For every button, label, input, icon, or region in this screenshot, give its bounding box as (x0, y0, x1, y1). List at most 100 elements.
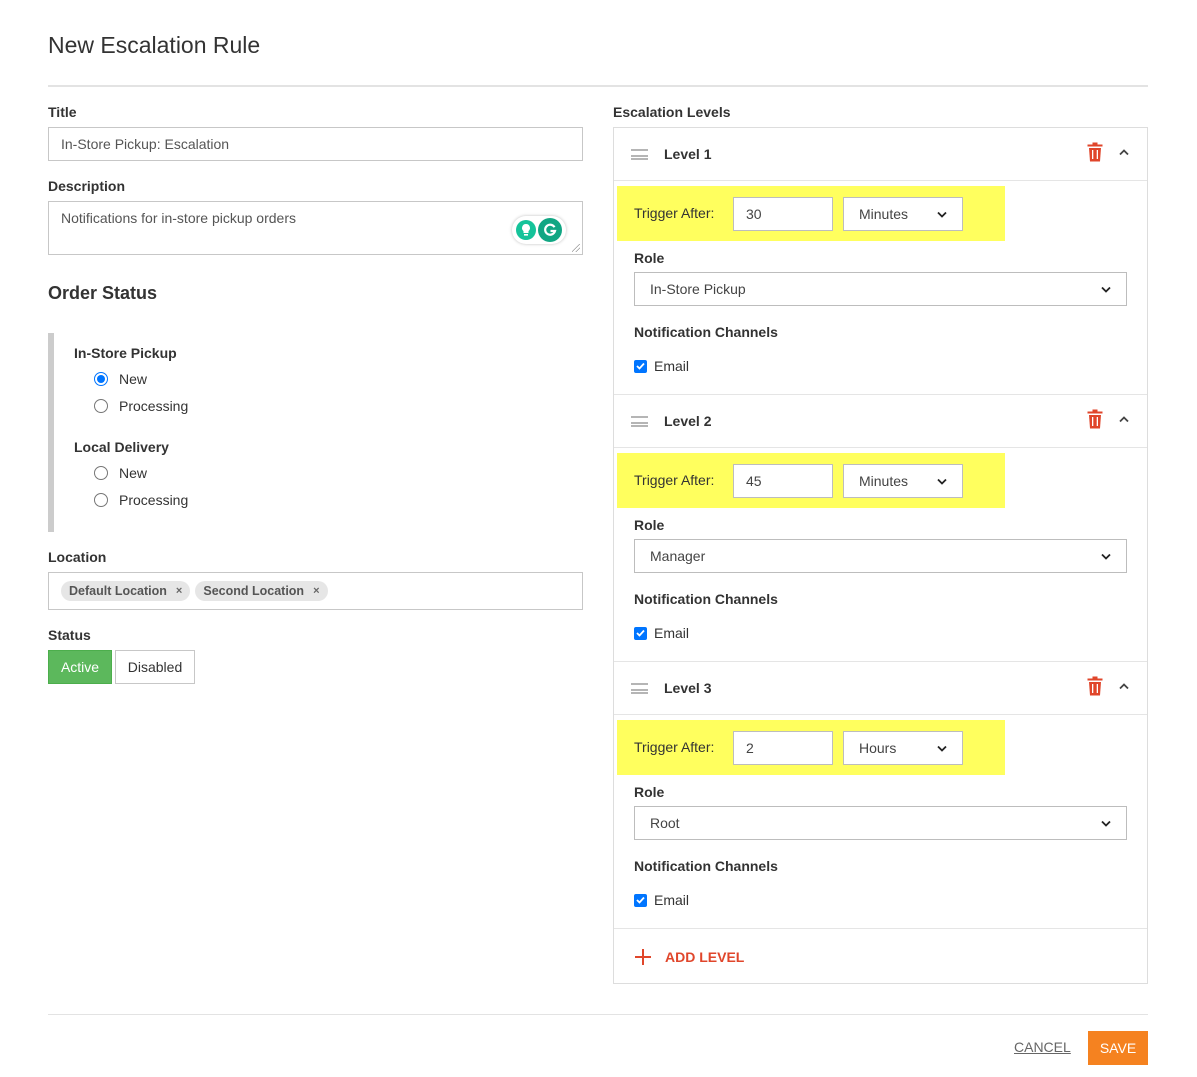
trigger-value: 45 (746, 473, 762, 489)
radio-label: Processing (119, 398, 189, 414)
header-divider (48, 85, 1148, 87)
level-2-header: Level 2 (614, 395, 1147, 448)
cancel-button[interactable]: CANCEL (1014, 1039, 1071, 1055)
chevron-up-icon[interactable] (1117, 413, 1131, 425)
notification-channels-label: Notification Channels (634, 858, 778, 874)
page-title: New Escalation Rule (48, 32, 261, 58)
title-input[interactable]: In-Store Pickup: Escalation (48, 127, 583, 161)
role-label: Role (634, 517, 665, 533)
role-label: Role (634, 784, 665, 800)
footer-divider (48, 1014, 1148, 1015)
description-textarea[interactable]: Notifications for in-store pickup orders (48, 201, 583, 255)
trigger-unit-select[interactable]: Hours (843, 731, 963, 765)
description-value: Notifications for in-store pickup orders (61, 210, 296, 226)
role-label: Role (634, 250, 665, 266)
grammarly-widget[interactable] (512, 216, 566, 244)
checkbox-label: Email (654, 358, 690, 374)
escalation-levels-panel: Level 1 Trigger After: 30 Minutes Role I… (613, 127, 1148, 984)
trigger-value: 2 (746, 740, 754, 756)
email-channel-checkbox[interactable]: Email (634, 625, 689, 641)
trigger-value-input[interactable]: 2 (733, 731, 833, 765)
trigger-unit-select[interactable]: Minutes (843, 464, 963, 498)
title-label: Title (48, 104, 77, 120)
chevron-down-icon (937, 478, 947, 485)
status-disabled-button[interactable]: Disabled (115, 650, 195, 684)
remove-chip-icon[interactable]: × (176, 585, 182, 597)
level-3-header: Level 3 (614, 662, 1147, 715)
trash-icon[interactable] (1087, 142, 1103, 162)
escalation-levels-label: Escalation Levels (613, 104, 731, 120)
radio-button[interactable] (94, 399, 108, 413)
group-label-in-store-pickup: In-Store Pickup (74, 345, 177, 361)
chevron-down-icon (937, 745, 947, 752)
trigger-unit-select[interactable]: Minutes (843, 197, 963, 231)
radio-in-store-processing[interactable]: Processing (94, 398, 188, 414)
location-chip: Second Location × (195, 581, 328, 601)
email-channel-checkbox[interactable]: Email (634, 358, 689, 374)
trigger-value-input[interactable]: 45 (733, 464, 833, 498)
role-select[interactable]: Manager (634, 539, 1127, 573)
trigger-unit-value: Hours (859, 740, 897, 756)
role-select[interactable]: Root (634, 806, 1127, 840)
level-1-header: Level 1 (614, 128, 1147, 181)
drag-handle-icon[interactable] (631, 416, 648, 427)
status-active-button[interactable]: Active (48, 650, 112, 684)
trash-icon[interactable] (1087, 409, 1103, 429)
location-chip: Default Location × (61, 581, 191, 601)
plus-icon (635, 949, 651, 965)
group-label-local-delivery: Local Delivery (74, 439, 169, 455)
resize-grip-icon[interactable] (572, 244, 580, 252)
location-label: Location (48, 549, 107, 565)
trigger-after-label: Trigger After: (634, 739, 715, 755)
trigger-after-label: Trigger After: (634, 472, 715, 488)
level-title: Level 3 (664, 680, 712, 696)
title-input-value: In-Store Pickup: Escalation (61, 136, 230, 152)
radio-in-store-new[interactable]: New (94, 371, 147, 387)
radio-label: New (119, 371, 148, 387)
level-title: Level 1 (664, 146, 712, 162)
chevron-down-icon (937, 211, 947, 218)
radio-local-delivery-new[interactable]: New (94, 465, 147, 481)
chevron-down-icon (1101, 553, 1111, 560)
level-3-body: Trigger After: 2 Hours Role Root Notific… (614, 715, 1147, 929)
checkbox-label: Email (654, 892, 690, 908)
drag-handle-icon[interactable] (631, 683, 648, 694)
radio-button[interactable] (94, 493, 108, 507)
order-status-group: In-Store Pickup New Processing Local Del… (48, 333, 583, 532)
order-status-title: Order Status (48, 283, 158, 303)
trigger-value: 30 (746, 206, 762, 222)
trigger-unit-value: Minutes (859, 206, 909, 222)
checkbox-checked-icon[interactable] (634, 626, 647, 640)
role-value: In-Store Pickup (650, 281, 746, 297)
trigger-highlight: Trigger After: 2 Hours (617, 720, 1005, 775)
checkbox-checked-icon[interactable] (634, 359, 647, 373)
save-button[interactable]: SAVE (1088, 1031, 1148, 1065)
grammarly-logo-icon[interactable] (538, 218, 562, 242)
trigger-after-label: Trigger After: (634, 205, 715, 221)
lightbulb-icon[interactable] (516, 220, 536, 240)
role-value: Root (650, 815, 680, 831)
email-channel-checkbox[interactable]: Email (634, 892, 689, 908)
radio-local-delivery-processing[interactable]: Processing (94, 492, 188, 508)
chevron-up-icon[interactable] (1117, 680, 1131, 692)
level-title: Level 2 (664, 413, 712, 429)
trigger-value-input[interactable]: 30 (733, 197, 833, 231)
notification-channels-label: Notification Channels (634, 591, 778, 607)
trash-icon[interactable] (1087, 676, 1103, 696)
chevron-down-icon (1101, 820, 1111, 827)
trigger-highlight: Trigger After: 45 Minutes (617, 453, 1005, 508)
radio-label: Processing (119, 492, 189, 508)
checkbox-checked-icon[interactable] (634, 893, 647, 907)
add-level-button[interactable]: ADD LEVEL (634, 948, 744, 966)
add-level-label: ADD LEVEL (665, 949, 745, 965)
location-multiselect[interactable]: Default Location × Second Location × (48, 572, 583, 610)
chevron-up-icon[interactable] (1117, 146, 1131, 158)
radio-button-checked[interactable] (94, 372, 108, 386)
trigger-highlight: Trigger After: 30 Minutes (617, 186, 1005, 241)
role-select[interactable]: In-Store Pickup (634, 272, 1127, 306)
drag-handle-icon[interactable] (631, 149, 648, 160)
radio-button[interactable] (94, 466, 108, 480)
notification-channels-label: Notification Channels (634, 324, 778, 340)
remove-chip-icon[interactable]: × (313, 585, 319, 597)
level-1-body: Trigger After: 30 Minutes Role In-Store … (614, 181, 1147, 395)
